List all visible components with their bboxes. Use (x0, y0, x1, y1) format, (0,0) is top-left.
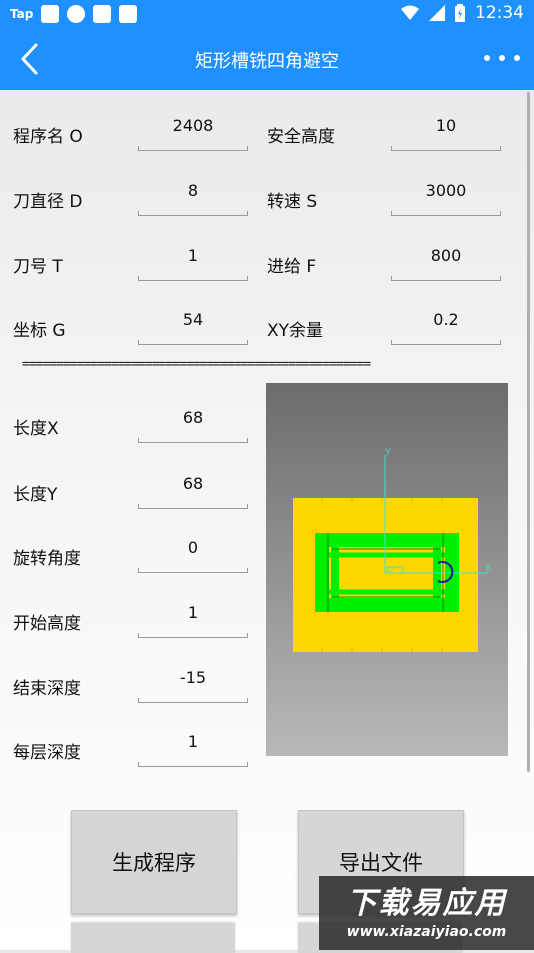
tool-diameter-label: 刀直径 D (13, 192, 83, 212)
cell-signal-icon (429, 5, 445, 21)
generate-program-button[interactable]: 生成程序 (71, 810, 237, 914)
axis-y-label: Y (385, 447, 391, 457)
start-height-input[interactable]: 1 (138, 603, 248, 638)
safe-height-input[interactable]: 10 (391, 116, 501, 151)
text-notification-icon (119, 5, 138, 23)
tool-number-input[interactable]: 1 (138, 246, 248, 281)
toolpath-drawing: Y X XY (293, 447, 491, 652)
spindle-speed-label: 转速 S (267, 192, 318, 212)
layer-depth-input[interactable]: 1 (138, 732, 248, 767)
message-notification-icon (93, 5, 112, 23)
more-options-icon[interactable] (484, 50, 520, 66)
layer-depth-label: 每层深度 (13, 743, 81, 763)
status-bar-notifications: Tap (10, 5, 138, 23)
app-tag: Tap (10, 7, 34, 21)
tool-diameter-input[interactable]: 8 (138, 181, 248, 216)
origin-label: XY (386, 568, 394, 574)
clock: 12:34 (475, 3, 524, 23)
coordinate-label: 坐标 G (13, 321, 66, 341)
battery-icon (455, 4, 465, 22)
status-bar-system: 12:34 (401, 3, 524, 23)
axis-x-label: X (485, 563, 491, 573)
watermark-logo: 下载易应用 www.xiazaiyiao.com (319, 876, 534, 950)
watermark-title: 下载易应用 (346, 886, 507, 921)
square-notification-icon (41, 5, 60, 23)
length-y-input[interactable]: 68 (138, 474, 248, 509)
secondary-button-left[interactable] (71, 923, 235, 953)
spindle-speed-input[interactable]: 3000 (391, 181, 501, 216)
end-depth-label: 结束深度 (13, 679, 81, 699)
app-bar: 矩形槽铣四角避空 (0, 28, 534, 90)
watermark-url: www.xiazaiyiao.com (346, 924, 507, 940)
page-title: 矩形槽铣四角避空 (195, 51, 339, 72)
xy-allowance-label: XY余量 (267, 321, 324, 341)
program-name-label: 程序名 O (13, 127, 83, 147)
sync-notification-icon (67, 5, 86, 23)
length-x-input[interactable]: 68 (138, 408, 248, 443)
status-bar: Tap 12:34 (0, 0, 534, 28)
xy-allowance-input[interactable]: 0.2 (391, 310, 501, 345)
rotation-angle-input[interactable]: 0 (138, 538, 248, 573)
coordinate-input[interactable]: 54 (138, 310, 248, 345)
wifi-icon (401, 5, 419, 20)
rotation-angle-label: 旋转角度 (13, 549, 81, 569)
toolpath-preview[interactable]: Y X XY (266, 383, 508, 756)
separator-line: ========================================… (22, 357, 371, 372)
feed-rate-input[interactable]: 800 (391, 246, 501, 281)
tool-number-label: 刀号 T (13, 257, 63, 277)
safe-height-label: 安全高度 (267, 127, 335, 147)
feed-rate-label: 进给 F (267, 257, 317, 277)
length-y-label: 长度Y (13, 485, 58, 505)
scrollbar[interactable] (527, 92, 530, 772)
length-x-label: 长度X (13, 419, 59, 439)
start-height-label: 开始高度 (13, 614, 81, 634)
program-name-input[interactable]: 2408 (138, 116, 248, 151)
end-depth-input[interactable]: -15 (138, 668, 248, 703)
